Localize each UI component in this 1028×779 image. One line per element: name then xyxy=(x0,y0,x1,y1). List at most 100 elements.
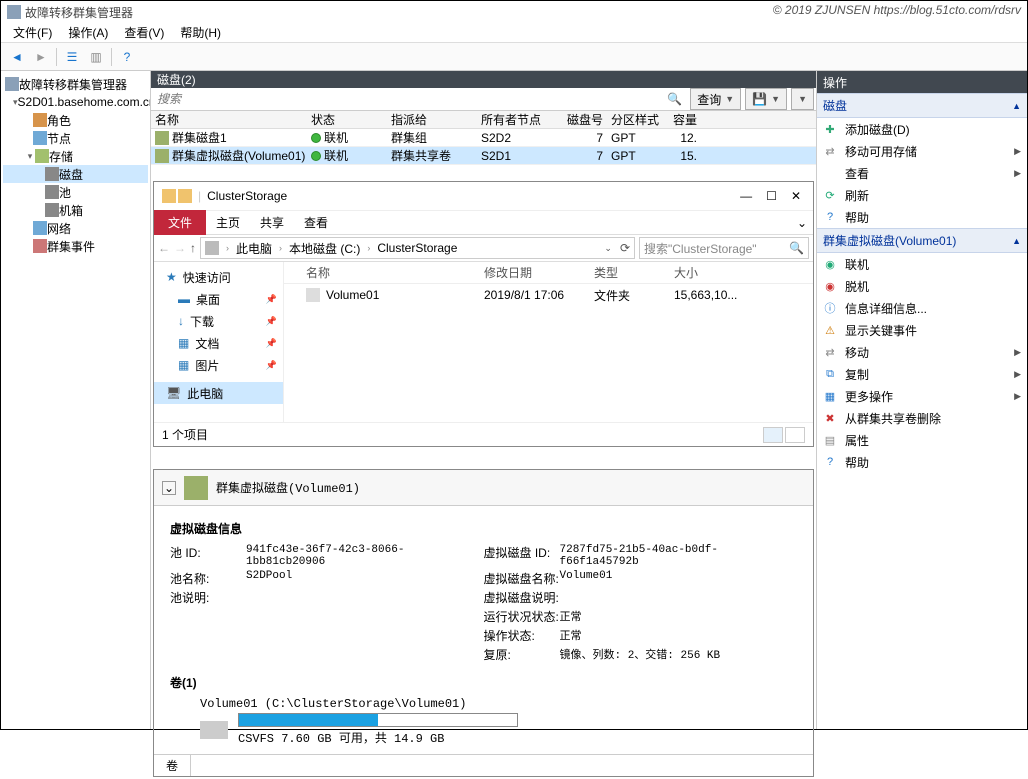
status-text: 1 个项目 xyxy=(162,426,208,443)
explorer-nav: ★快速访问 ▬桌面📌 ↓下载📌 ▦文档📌 ▦图片📌 🖥此电脑 xyxy=(154,262,284,422)
folder-icon xyxy=(162,189,176,203)
toolbar: ◄ ► ☰ ▥ ? xyxy=(1,43,1027,71)
tree-enclosures[interactable]: 机箱 xyxy=(3,201,148,219)
drive-icon xyxy=(205,241,219,255)
nav-fwd-icon[interactable]: → xyxy=(174,241,186,255)
nav-desktop[interactable]: ▬桌面📌 xyxy=(154,288,283,310)
action-add-disk[interactable]: ✚添加磁盘(D) xyxy=(817,118,1027,140)
nav-documents[interactable]: ▦文档📌 xyxy=(154,332,283,354)
save-button[interactable]: 💾▼ xyxy=(745,88,787,110)
folder-icon xyxy=(306,288,320,302)
nav-back-icon[interactable]: ← xyxy=(158,241,170,255)
actions-pane: 操作 磁盘▲ ✚添加磁盘(D) ⇄移动可用存储▶ 查看▶ ⟳刷新 ?帮助 群集虚… xyxy=(817,71,1027,729)
nav-thispc[interactable]: 🖥此电脑 xyxy=(154,382,283,404)
section-vdinfo: 虚拟磁盘信息 xyxy=(170,520,797,537)
search-icon[interactable]: 🔍 xyxy=(661,92,688,106)
action-more[interactable]: ▦更多操作▶ xyxy=(817,385,1027,407)
actions-section-vdisk[interactable]: 群集虚拟磁盘(Volume01)▲ xyxy=(817,228,1027,253)
list-button[interactable]: ▼ xyxy=(791,88,814,110)
help-button[interactable]: ? xyxy=(116,46,138,68)
capacity-bar xyxy=(238,713,518,727)
search-icon: 🔍 xyxy=(789,241,804,255)
explorer-title: ClusterStorage xyxy=(207,189,287,203)
up-button[interactable]: ☰ xyxy=(61,46,83,68)
action-move[interactable]: ⇄移动▶ xyxy=(817,341,1027,363)
search-input[interactable] xyxy=(151,92,661,106)
action-move-storage[interactable]: ⇄移动可用存储▶ xyxy=(817,140,1027,162)
menu-file[interactable]: 文件(F) xyxy=(5,22,60,43)
expand-ribbon-button[interactable]: ⌄ xyxy=(797,216,813,230)
status-online-icon xyxy=(311,133,321,143)
menu-view[interactable]: 查看(V) xyxy=(116,22,172,43)
tree-nodes[interactable]: 节点 xyxy=(3,129,148,147)
tree-disks[interactable]: 磁盘 xyxy=(3,165,148,183)
refresh-button[interactable]: ▥ xyxy=(85,46,107,68)
action-replicate[interactable]: ⧉复制▶ xyxy=(817,363,1027,385)
nav-back-button[interactable]: ◄ xyxy=(6,46,28,68)
actions-header: 操作 xyxy=(817,71,1027,93)
refresh-icon[interactable]: ⟳ xyxy=(620,241,630,255)
action-info[interactable]: ⓘ信息详细信息... xyxy=(817,297,1027,319)
nav-up-icon[interactable]: ↑ xyxy=(190,241,196,255)
nav-quick[interactable]: ★快速访问 xyxy=(154,266,283,288)
disk-icon xyxy=(184,476,208,500)
grid-header: 名称 状态 指派给 所有者节点 磁盘号 分区样式 容量 xyxy=(151,111,816,129)
explorer-list-item[interactable]: Volume01 2019/8/1 17:06 文件夹 15,663,10... xyxy=(284,284,813,306)
actions-section-disks[interactable]: 磁盘▲ xyxy=(817,93,1027,118)
grid-row[interactable]: 群集磁盘1 联机 群集组 S2D2 7 GPT 12. xyxy=(151,129,816,147)
view-details-button[interactable] xyxy=(763,427,783,443)
status-online-icon xyxy=(311,151,321,161)
app-icon xyxy=(7,5,21,19)
tree-events[interactable]: 群集事件 xyxy=(3,237,148,255)
tree-networks[interactable]: 网络 xyxy=(3,219,148,237)
action-critical-events[interactable]: ⚠显示关键事件 xyxy=(817,319,1027,341)
tab-file[interactable]: 文件 xyxy=(154,210,206,235)
grid-row[interactable]: 群集虚拟磁盘(Volume01) 联机 群集共享卷 S2D1 7 GPT 15. xyxy=(151,147,816,165)
tab-volume[interactable]: 卷 xyxy=(154,755,191,776)
volume-path: Volume01 (C:\ClusterStorage\Volume01) xyxy=(200,697,797,711)
explorer-window: | ClusterStorage — ☐ ✕ 文件 主页 共享 查看 ⌄ ← →… xyxy=(153,181,814,447)
address-bar[interactable]: › 此电脑› 本地磁盘 (C:)› ClusterStorage ⌄ ⟳ xyxy=(200,237,635,259)
minimize-button[interactable]: — xyxy=(740,189,752,203)
view-large-button[interactable] xyxy=(785,427,805,443)
action-help[interactable]: ?帮助 xyxy=(817,206,1027,228)
action-properties[interactable]: ▤属性 xyxy=(817,429,1027,451)
disk-icon xyxy=(155,149,169,163)
tab-view[interactable]: 查看 xyxy=(294,210,338,235)
tree-storage[interactable]: ▾存储 xyxy=(3,147,148,165)
maximize-button[interactable]: ☐ xyxy=(766,189,777,203)
query-button[interactable]: 查询▼ xyxy=(690,88,741,110)
disk-icon xyxy=(155,131,169,145)
center-header: 磁盘(2) xyxy=(151,71,816,88)
tree-roles[interactable]: 角色 xyxy=(3,111,148,129)
explorer-list-header: 名称 修改日期 类型 大小 xyxy=(284,262,813,284)
menu-help[interactable]: 帮助(H) xyxy=(172,22,229,43)
nav-pictures[interactable]: ▦图片📌 xyxy=(154,354,283,376)
window-title: 故障转移群集管理器 xyxy=(25,4,133,21)
nav-tree: 故障转移群集管理器 ▾S2D01.basehome.com.cn 角色 节点 ▾… xyxy=(1,71,151,729)
explorer-search[interactable]: 搜索"ClusterStorage" 🔍 xyxy=(639,237,809,259)
action-online[interactable]: ◉联机 xyxy=(817,253,1027,275)
collapse-button[interactable]: ⌄ xyxy=(162,481,176,495)
action-remove-csv[interactable]: ✖从群集共享卷删除 xyxy=(817,407,1027,429)
tab-share[interactable]: 共享 xyxy=(250,210,294,235)
section-volumes: 卷(1) xyxy=(170,674,797,691)
action-refresh[interactable]: ⟳刷新 xyxy=(817,184,1027,206)
folder-icon xyxy=(178,189,192,203)
tree-cluster[interactable]: ▾S2D01.basehome.com.cn xyxy=(3,93,148,111)
details-pane: ⌄ 群集虚拟磁盘(Volume01) 虚拟磁盘信息 池 ID:941fc43e-… xyxy=(153,469,814,777)
details-title: 群集虚拟磁盘(Volume01) xyxy=(216,479,360,496)
watermark: © 2019 ZJUNSEN https://blog.51cto.com/rd… xyxy=(773,3,1021,17)
nav-fwd-button[interactable]: ► xyxy=(30,46,52,68)
menubar: 文件(F) 操作(A) 查看(V) 帮助(H) xyxy=(1,23,1027,43)
tree-root[interactable]: 故障转移群集管理器 xyxy=(3,75,148,93)
action-help[interactable]: ?帮助 xyxy=(817,451,1027,473)
action-view[interactable]: 查看▶ xyxy=(817,162,1027,184)
action-offline[interactable]: ◉脱机 xyxy=(817,275,1027,297)
close-button[interactable]: ✕ xyxy=(791,189,801,203)
tab-home[interactable]: 主页 xyxy=(206,210,250,235)
menu-action[interactable]: 操作(A) xyxy=(60,22,116,43)
tree-pools[interactable]: 池 xyxy=(3,183,148,201)
nav-downloads[interactable]: ↓下载📌 xyxy=(154,310,283,332)
volume-info: CSVFS 7.60 GB 可用，共 14.9 GB xyxy=(238,729,518,746)
